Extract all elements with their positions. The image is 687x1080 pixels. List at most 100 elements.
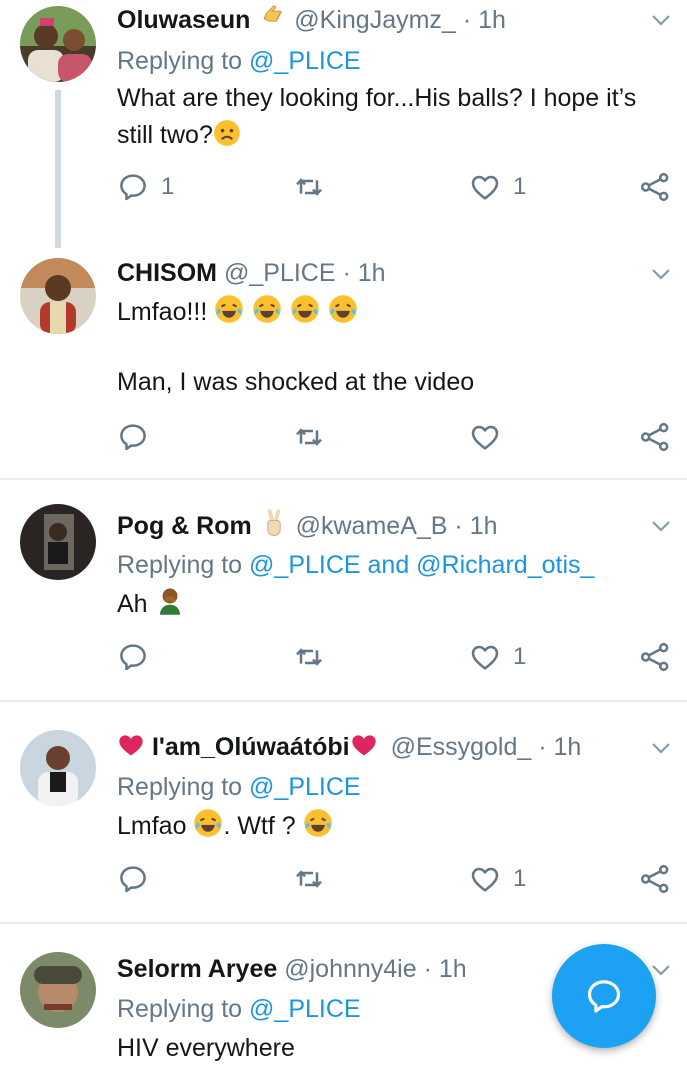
reply-button[interactable] bbox=[117, 862, 149, 896]
author-handle[interactable]: @Essygold_ bbox=[391, 733, 532, 761]
avatar[interactable] bbox=[20, 504, 96, 580]
replying-to-label: Replying to bbox=[117, 47, 243, 75]
reply-button[interactable] bbox=[117, 420, 149, 454]
author-name[interactable]: CHISOM bbox=[117, 259, 217, 287]
share-button[interactable] bbox=[639, 170, 671, 204]
replying-to-link[interactable]: @_PLICE bbox=[249, 47, 361, 75]
tweet-text-content: HIV everywhere bbox=[117, 1034, 295, 1062]
avatar[interactable] bbox=[20, 258, 96, 334]
tears-of-joy-emoji-icon bbox=[252, 294, 282, 324]
like-button[interactable]: 1 bbox=[469, 170, 526, 204]
retweet-button[interactable] bbox=[293, 170, 325, 204]
heart-icon bbox=[469, 171, 501, 203]
compose-reply-button[interactable] bbox=[552, 944, 656, 1048]
avatar[interactable] bbox=[20, 6, 96, 82]
tweet-actions: 1 bbox=[117, 640, 677, 674]
replying-to-link[interactable]: @_PLICE bbox=[249, 995, 361, 1023]
author-handle[interactable]: @_PLICE bbox=[224, 259, 336, 287]
like-button[interactable]: 1 bbox=[469, 862, 526, 896]
replying-to-link[interactable]: @_PLICE bbox=[249, 773, 361, 801]
share-icon bbox=[639, 421, 671, 453]
share-icon bbox=[639, 863, 671, 895]
heart-icon bbox=[469, 421, 501, 453]
author-handle[interactable]: @kwameA_B bbox=[296, 512, 448, 540]
share-button[interactable] bbox=[639, 862, 671, 896]
red-heart-emoji-icon bbox=[350, 731, 378, 759]
like-count: 1 bbox=[513, 643, 527, 670]
heart-icon bbox=[469, 863, 501, 895]
avatar[interactable] bbox=[20, 952, 96, 1028]
chevron-down-icon[interactable] bbox=[649, 8, 673, 32]
share-button[interactable] bbox=[639, 640, 671, 674]
share-icon bbox=[639, 171, 671, 203]
replying-to-label: Replying to bbox=[117, 995, 243, 1023]
like-count: 1 bbox=[513, 173, 527, 200]
share-icon bbox=[639, 641, 671, 673]
tweet-text-content: What are they looking for...His balls? I… bbox=[117, 84, 637, 149]
tears-of-joy-emoji-icon bbox=[328, 294, 358, 324]
tweet-actions bbox=[117, 420, 677, 454]
tweet-text: Lmfao . Wtf ? bbox=[117, 808, 677, 845]
tweet-text: What are they looking for...His balls? I… bbox=[117, 80, 677, 154]
replying-to: Replying to @_PLICE bbox=[117, 770, 361, 804]
tweet-text: Ah bbox=[117, 586, 677, 623]
timestamp[interactable]: 1h bbox=[439, 955, 467, 983]
tweet-text: Lmfao!!! bbox=[117, 294, 677, 331]
red-heart-emoji-icon bbox=[117, 731, 145, 759]
author-name[interactable]: Pog & Rom bbox=[117, 512, 252, 540]
timestamp[interactable]: 1h bbox=[554, 733, 582, 761]
chevron-down-icon[interactable] bbox=[649, 514, 673, 538]
tears-of-joy-emoji-icon bbox=[193, 808, 223, 838]
retweet-button[interactable] bbox=[293, 640, 325, 674]
author-handle[interactable]: @johnny4ie bbox=[284, 955, 416, 983]
replying-to-link[interactable]: @_PLICE and @Richard_otis_ bbox=[249, 551, 594, 579]
reply-button[interactable] bbox=[117, 640, 149, 674]
heart-icon bbox=[469, 641, 501, 673]
reply-icon bbox=[117, 171, 149, 203]
separator-dot: · bbox=[423, 955, 432, 983]
tweet-text-part-a: Lmfao bbox=[117, 812, 187, 840]
retweet-button[interactable] bbox=[293, 420, 325, 454]
author-name[interactable]: Oluwaseun bbox=[117, 6, 250, 34]
call-me-hand-emoji-icon bbox=[257, 2, 287, 32]
tears-of-joy-emoji-icon bbox=[303, 808, 333, 838]
avatar[interactable] bbox=[20, 730, 96, 806]
compose-reply-icon bbox=[584, 976, 624, 1016]
reply-button[interactable]: 1 bbox=[117, 170, 174, 204]
tweet-oluwaseun[interactable]: Oluwaseun @KingJaymz_ · 1h Replying to @… bbox=[0, 0, 687, 248]
timestamp[interactable]: 1h bbox=[478, 6, 506, 34]
chevron-down-icon[interactable] bbox=[649, 262, 673, 286]
replying-to: Replying to @_PLICE bbox=[117, 44, 361, 78]
author-handle[interactable]: @KingJaymz_ bbox=[294, 6, 456, 34]
tweet-text-line1: Lmfao!!! bbox=[117, 298, 208, 326]
reply-icon bbox=[117, 641, 149, 673]
retweet-icon bbox=[293, 641, 325, 673]
retweet-button[interactable] bbox=[293, 862, 325, 896]
retweet-icon bbox=[293, 171, 325, 203]
tweet-text-line2: Man, I was shocked at the video bbox=[117, 364, 677, 401]
author-name[interactable]: Selorm Aryee bbox=[117, 955, 277, 983]
victory-hand-emoji-icon bbox=[259, 508, 289, 538]
like-button[interactable]: 1 bbox=[469, 640, 526, 674]
reply-icon bbox=[117, 421, 149, 453]
tweet-oluwaatobi[interactable]: I'am_Olúwaátóbi @Essygold_ · 1h Replying… bbox=[0, 702, 687, 922]
timestamp[interactable]: 1h bbox=[470, 512, 498, 540]
author-name[interactable]: I'am_Olúwaátóbi bbox=[152, 733, 350, 761]
frowning-face-emoji-icon bbox=[213, 119, 241, 147]
tweet-pog-rom[interactable]: Pog & Rom @kwameA_B · 1h Replying to @_P… bbox=[0, 480, 687, 700]
tweet-chisom[interactable]: CHISOM @_PLICE · 1h Lmfao!!! Man, I was … bbox=[0, 248, 687, 478]
replying-to-label: Replying to bbox=[117, 773, 243, 801]
replying-to-label: Replying to bbox=[117, 551, 243, 579]
separator-dot: · bbox=[538, 733, 547, 761]
retweet-icon bbox=[293, 863, 325, 895]
chevron-down-icon[interactable] bbox=[649, 736, 673, 760]
timestamp[interactable]: 1h bbox=[358, 259, 386, 287]
replying-to: Replying to @_PLICE bbox=[117, 992, 361, 1026]
like-button[interactable] bbox=[469, 420, 501, 454]
tweet-actions: 1 bbox=[117, 862, 677, 896]
tweet-text-part-b: . Wtf ? bbox=[223, 812, 296, 840]
tweet-text-content: Ah bbox=[117, 590, 148, 618]
reply-icon bbox=[117, 863, 149, 895]
share-button[interactable] bbox=[639, 420, 671, 454]
reply-count: 1 bbox=[161, 173, 175, 200]
